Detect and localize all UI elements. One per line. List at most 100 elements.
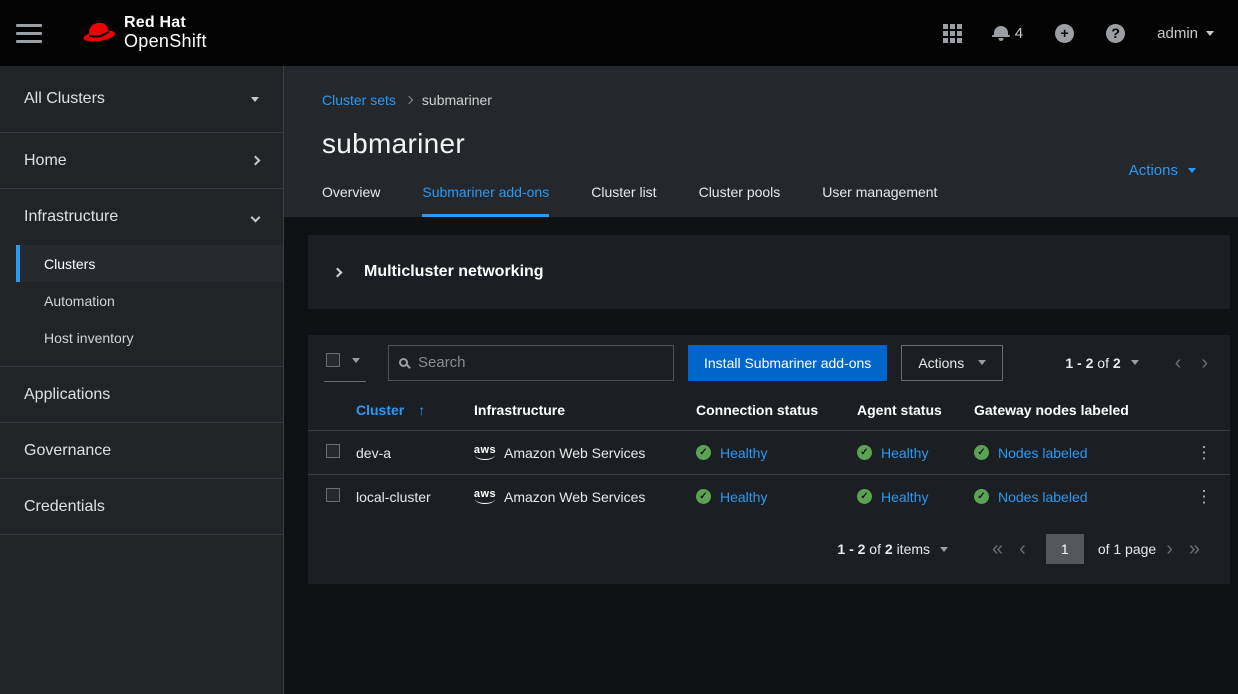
agent-status: ✓ Healthy <box>857 489 958 505</box>
pagination-total: 2 <box>1113 355 1121 371</box>
sidebar-item-host-inventory[interactable]: Host inventory <box>0 319 283 356</box>
notifications-button[interactable]: 4 <box>994 25 1023 42</box>
pagination-total: 2 <box>885 541 893 557</box>
table-header-row: Cluster ↑ Infrastructure Connection statu… <box>308 392 1230 431</box>
breadcrumb: Cluster sets submariner <box>322 92 1198 108</box>
sidebar-item-label: Credentials <box>24 498 105 516</box>
tab-cluster-pools[interactable]: Cluster pools <box>699 184 781 217</box>
expand-toggle-button[interactable] <box>324 259 350 285</box>
infrastructure-label: Amazon Web Services <box>504 445 645 461</box>
next-page-button[interactable]: › <box>1160 539 1179 559</box>
tab-submariner-add-ons[interactable]: Submariner add-ons <box>422 184 549 217</box>
bulk-select-dropdown[interactable] <box>324 343 366 382</box>
perspective-label: All Clusters <box>24 90 105 108</box>
sort-asc-icon: ↑ <box>418 402 425 418</box>
row-checkbox[interactable] <box>326 444 340 458</box>
clusters-table: Cluster ↑ Infrastructure Connection statu… <box>308 392 1230 518</box>
first-page-button[interactable]: « <box>986 539 1009 559</box>
agent-status-link[interactable]: Healthy <box>881 445 928 461</box>
chevron-down-icon <box>251 212 261 222</box>
sidebar: All Clusters Home Infrastructure Cluster… <box>0 66 284 694</box>
caret-down-icon <box>352 358 360 363</box>
redhat-openshift-logo[interactable]: Red Hat OpenShift <box>80 14 207 51</box>
pagination-top: 1 - 2 of 2 ‹ › <box>1065 353 1214 373</box>
kebab-menu-icon[interactable]: ⋮ <box>1196 487 1213 506</box>
column-header-cluster[interactable]: Cluster ↑ <box>348 392 466 431</box>
page-number-input[interactable] <box>1046 534 1084 564</box>
brand-line2: OpenShift <box>124 32 207 52</box>
masthead: Red Hat OpenShift 4 + ? admin <box>0 0 1238 66</box>
connection-status-link[interactable]: Healthy <box>720 445 767 461</box>
sidebar-item-automation[interactable]: Automation <box>0 282 283 319</box>
caret-down-icon <box>978 360 986 365</box>
sidebar-subitem-label: Host inventory <box>44 330 133 346</box>
agent-status-link[interactable]: Healthy <box>881 489 928 505</box>
chevron-down-icon <box>1206 31 1214 36</box>
table-row: dev-a aws Amazon Web Services <box>308 431 1230 475</box>
sidebar-item-governance[interactable]: Governance <box>0 423 283 479</box>
table-toolbar: Install Submariner add-ons Actions 1 - 2… <box>308 335 1230 392</box>
sidebar-item-credentials[interactable]: Credentials <box>0 479 283 535</box>
aws-icon: aws <box>474 445 496 460</box>
search-box <box>388 345 674 381</box>
create-icon[interactable]: + <box>1055 24 1074 43</box>
column-header-agent-status: Agent status <box>849 392 966 431</box>
infrastructure-cell: aws Amazon Web Services <box>474 489 680 505</box>
breadcrumb-link-cluster-sets[interactable]: Cluster sets <box>322 92 396 108</box>
perspective-switcher[interactable]: All Clusters <box>0 66 283 133</box>
notification-count: 4 <box>1015 25 1023 42</box>
sidebar-item-applications[interactable]: Applications <box>0 367 283 423</box>
next-page-button[interactable]: › <box>1195 353 1214 373</box>
column-header-connection-status: Connection status <box>688 392 849 431</box>
prev-page-button[interactable]: ‹ <box>1169 353 1188 373</box>
tab-overview[interactable]: Overview <box>322 184 380 217</box>
connection-status-link[interactable]: Healthy <box>720 489 767 505</box>
pagination-range: 1 - 2 of 2 items <box>837 541 930 557</box>
multicluster-networking-card: Multicluster networking <box>308 235 1230 309</box>
page-title: submariner <box>322 128 1198 160</box>
check-circle-icon: ✓ <box>974 489 989 504</box>
agent-status: ✓ Healthy <box>857 445 958 461</box>
pagination-range-values: 1 - 2 <box>1065 355 1093 371</box>
sidebar-item-clusters[interactable]: Clusters <box>16 245 283 282</box>
column-header-infrastructure: Infrastructure <box>466 392 688 431</box>
sidebar-item-label: Governance <box>24 442 111 460</box>
page-actions-dropdown[interactable]: Actions <box>1129 162 1196 179</box>
sidebar-item-infrastructure[interactable]: Infrastructure <box>0 189 283 245</box>
gateway-nodes-link[interactable]: Nodes labeled <box>998 445 1088 461</box>
gateway-nodes-link[interactable]: Nodes labeled <box>998 489 1088 505</box>
search-icon <box>399 358 408 367</box>
breadcrumb-separator-icon <box>405 96 413 104</box>
sidebar-subitem-label: Automation <box>44 293 115 309</box>
kebab-menu-icon[interactable]: ⋮ <box>1196 443 1213 462</box>
table-actions-dropdown[interactable]: Actions <box>901 345 1003 381</box>
pagination-menu-caret-icon[interactable] <box>940 547 948 552</box>
pagination-items-word: items <box>897 541 930 557</box>
help-icon[interactable]: ? <box>1106 24 1125 43</box>
table-row: local-cluster aws Amazon Web Services <box>308 475 1230 519</box>
prev-page-button[interactable]: ‹ <box>1013 539 1032 559</box>
nav-toggle-icon[interactable] <box>16 19 42 48</box>
clusters-table-card: Install Submariner add-ons Actions 1 - 2… <box>308 335 1230 584</box>
search-input[interactable] <box>418 354 663 371</box>
cluster-name-cell: dev-a <box>348 431 466 475</box>
table-actions-label: Actions <box>918 355 964 371</box>
sidebar-item-label: Infrastructure <box>24 208 118 226</box>
bell-icon <box>994 26 1008 37</box>
brand-line1: Red Hat <box>124 14 207 32</box>
last-page-button[interactable]: » <box>1183 539 1206 559</box>
install-submariner-button[interactable]: Install Submariner add-ons <box>688 345 887 381</box>
infrastructure-label: Amazon Web Services <box>504 489 645 505</box>
check-circle-icon: ✓ <box>696 489 711 504</box>
column-label: Cluster <box>356 402 404 418</box>
row-checkbox[interactable] <box>326 488 340 502</box>
pagination-menu-caret-icon[interactable] <box>1131 360 1139 365</box>
brand-text: Red Hat OpenShift <box>124 14 207 51</box>
check-circle-icon: ✓ <box>696 445 711 460</box>
tab-user-management[interactable]: User management <box>822 184 937 217</box>
tab-cluster-list[interactable]: Cluster list <box>591 184 656 217</box>
user-menu[interactable]: admin <box>1157 25 1214 42</box>
select-all-checkbox[interactable] <box>326 353 340 367</box>
sidebar-item-home[interactable]: Home <box>0 133 283 189</box>
app-launcher-icon[interactable] <box>943 24 962 43</box>
